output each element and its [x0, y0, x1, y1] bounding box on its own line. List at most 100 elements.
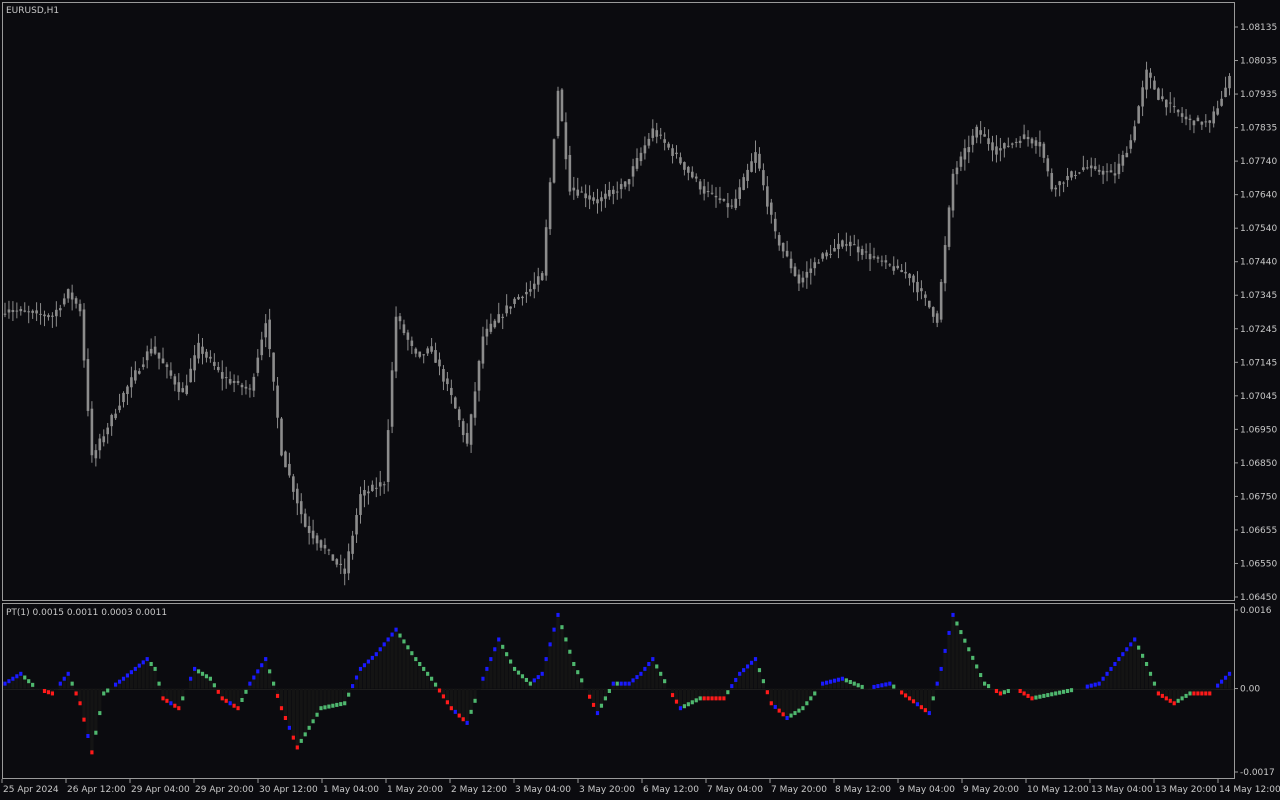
candle: [331, 554, 335, 561]
signal-mark: [647, 662, 651, 666]
histogram-bar: [295, 688, 299, 748]
histogram-bar: [153, 668, 157, 689]
signal-mark: [923, 708, 927, 713]
signal-mark: [331, 703, 335, 708]
signal-mark: [821, 681, 825, 686]
signal-mark: [686, 702, 690, 707]
signal-mark: [461, 717, 465, 722]
histogram-bar: [398, 635, 402, 689]
signal-mark: [536, 675, 540, 680]
histogram-bar: [465, 688, 469, 723]
signal-mark: [931, 696, 935, 701]
histogram-bar: [489, 659, 493, 689]
signal-mark: [493, 647, 497, 652]
signal-mark: [781, 712, 785, 717]
signal-mark: [512, 666, 517, 671]
histogram-bar: [738, 673, 742, 689]
signal-mark: [406, 645, 410, 650]
histogram-bar: [659, 673, 663, 689]
signal-mark: [291, 735, 295, 740]
signal-mark: [591, 702, 596, 707]
signal-mark: [398, 633, 402, 638]
signal-mark: [844, 678, 848, 683]
signal-mark: [224, 698, 228, 703]
histogram-bar: [757, 670, 762, 689]
histogram-bar: [38, 688, 43, 690]
signal-mark: [1117, 657, 1121, 662]
signal-mark: [248, 681, 252, 686]
histogram-bar: [110, 687, 114, 689]
signal-mark: [295, 745, 299, 750]
signal-mark: [1113, 662, 1117, 666]
histogram-bar: [963, 640, 967, 689]
histogram-bar: [422, 668, 426, 689]
histogram-bar: [512, 668, 517, 689]
signal-mark: [31, 682, 35, 687]
signal-mark: [682, 704, 686, 709]
candle: [1137, 105, 1140, 124]
signal-mark: [607, 689, 611, 693]
signal-mark: [848, 680, 852, 684]
histogram-bar: [773, 688, 777, 707]
signal-mark: [307, 725, 311, 730]
signal-mark: [797, 708, 801, 713]
candle: [1157, 87, 1160, 101]
histogram-bar: [959, 632, 963, 689]
histogram-bar: [595, 688, 600, 714]
signal-mark: [852, 681, 856, 686]
price-tick-label: 1.07935: [1240, 90, 1277, 100]
signal-mark: [765, 690, 769, 695]
signal-mark: [1034, 695, 1038, 700]
histogram-bar: [742, 670, 746, 689]
signal-mark: [702, 696, 706, 701]
signal-mark: [1133, 637, 1137, 642]
signal-mark: [588, 694, 592, 699]
histogram-bar: [264, 659, 268, 689]
signal-mark: [7, 679, 11, 684]
signal-mark: [196, 669, 201, 674]
signal-mark: [998, 691, 1002, 696]
signal-mark: [698, 696, 702, 701]
signal-mark: [516, 670, 521, 675]
signal-mark: [734, 677, 738, 682]
histogram-bar: [193, 668, 197, 689]
signal-mark: [994, 689, 999, 693]
histogram-bar: [1212, 688, 1216, 690]
signal-mark: [663, 679, 667, 684]
signal-mark: [979, 673, 983, 678]
histogram-bar: [169, 688, 173, 704]
histogram-bar: [358, 668, 363, 689]
signal-mark: [1176, 698, 1180, 703]
signal-mark: [481, 676, 485, 681]
signal-mark: [627, 681, 631, 686]
time-tick-label: 29 Apr 04:00: [131, 785, 190, 795]
histogram-bar: [362, 665, 367, 689]
signal-mark: [674, 699, 679, 704]
histogram-bar: [753, 659, 758, 689]
signal-mark: [1172, 701, 1176, 706]
indicator-tick-label: 0.0016: [1240, 606, 1272, 616]
histogram-bar: [374, 654, 378, 689]
signal-mark: [951, 612, 955, 617]
signal-mark: [789, 713, 793, 718]
histogram-bar: [955, 623, 959, 689]
signal-mark: [773, 704, 777, 709]
histogram-bar: [82, 688, 86, 720]
signal-mark: [1097, 681, 1101, 686]
histogram-bar: [236, 688, 240, 709]
histogram-bar: [185, 688, 189, 690]
time-tick-label: 14 May 12:00: [1219, 785, 1280, 795]
signal-mark: [418, 662, 422, 666]
histogram-bar: [979, 675, 983, 689]
time-tick-label: 6 May 12:00: [643, 785, 699, 795]
signal-mark: [710, 696, 714, 701]
chart-window[interactable]: EURUSD,H1 1.08135 1.08035 1.07935 1.07835 1.…: [0, 0, 1280, 800]
signal-mark: [133, 666, 137, 671]
signal-mark: [1022, 691, 1026, 696]
histogram-bar: [386, 639, 390, 689]
histogram-bar: [572, 664, 576, 689]
signal-mark: [576, 670, 580, 675]
signal-mark: [1062, 689, 1066, 694]
candle: [552, 138, 556, 184]
signal-mark: [465, 720, 469, 725]
